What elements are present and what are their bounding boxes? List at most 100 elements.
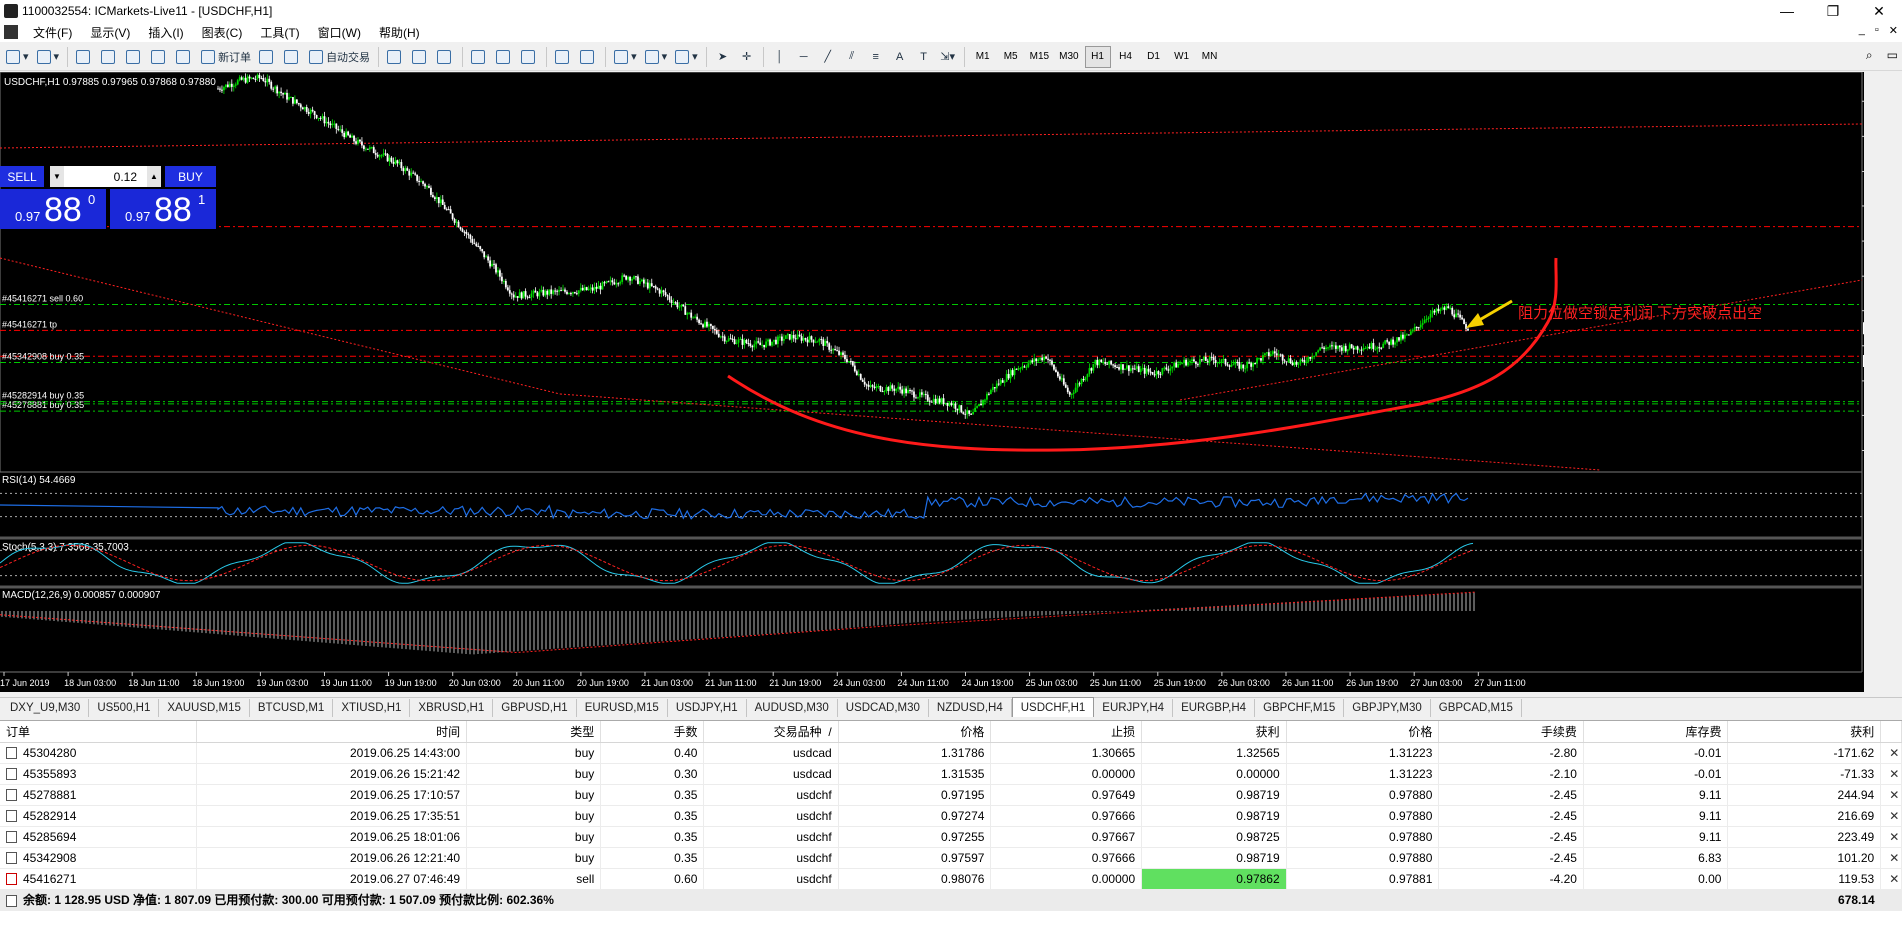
- chart-tab[interactable]: US500,H1: [89, 699, 160, 717]
- menu-file[interactable]: 文件(F): [24, 24, 81, 41]
- signals-button[interactable]: [281, 46, 304, 68]
- col-swap[interactable]: 库存费: [1583, 721, 1729, 743]
- cursor-button[interactable]: ➤: [712, 46, 734, 68]
- data-window-button[interactable]: [98, 46, 121, 68]
- close-order-icon[interactable]: ✕: [1887, 746, 1900, 760]
- table-row[interactable]: 45282914 2019.06.25 17:35:51 buy 0.35 usdchf…: [0, 805, 1902, 827]
- table-row[interactable]: 45416271 2019.06.27 07:46:49 sell 0.60 usdch…: [0, 868, 1902, 890]
- vertical-line-button[interactable]: │: [769, 46, 791, 68]
- fibonacci-button[interactable]: ≡: [865, 46, 887, 68]
- col-symbol[interactable]: 交易品种 /: [703, 721, 839, 743]
- timeframe-m5-button[interactable]: M5: [998, 46, 1024, 68]
- close-order-icon[interactable]: ✕: [1887, 830, 1900, 844]
- close-order-icon[interactable]: ✕: [1887, 809, 1900, 823]
- sell-button[interactable]: SELL: [0, 166, 44, 187]
- new-chart-button[interactable]: ▾: [3, 46, 32, 68]
- chart-tab[interactable]: DXY_U9,M30: [2, 699, 90, 717]
- bid-price-button[interactable]: 0.97 88 0: [0, 189, 106, 229]
- timeframe-d1-button[interactable]: D1: [1141, 46, 1167, 68]
- timeframe-m30-button[interactable]: M30: [1055, 46, 1082, 68]
- periods-button[interactable]: ▾: [642, 46, 671, 68]
- channel-button[interactable]: ⫽: [841, 46, 863, 68]
- timeframe-h4-button[interactable]: H4: [1113, 46, 1139, 68]
- tile-windows-button[interactable]: [518, 46, 541, 68]
- price-chart[interactable]: USDCHF,H1 0.97885 0.97965 0.97868 0.9788…: [0, 72, 1864, 692]
- col-commission[interactable]: 手续费: [1438, 721, 1584, 743]
- table-row[interactable]: 45304280 2019.06.25 14:43:00 buy 0.40 usdcad…: [0, 742, 1902, 764]
- chart-tab[interactable]: EURJPY,H4: [1094, 699, 1174, 717]
- line-chart-button[interactable]: [434, 46, 457, 68]
- close-button[interactable]: ✕: [1856, 0, 1902, 22]
- chart-tab[interactable]: GBPUSD,H1: [493, 699, 577, 717]
- autoscroll-button[interactable]: [552, 46, 575, 68]
- indicators-button[interactable]: ▾: [611, 46, 640, 68]
- timeframe-mn-button[interactable]: MN: [1197, 46, 1223, 68]
- col-tp[interactable]: 获利: [1141, 721, 1287, 743]
- lot-increase-button[interactable]: ▲: [147, 166, 161, 187]
- chart-tab[interactable]: USDJPY,H1: [668, 699, 747, 717]
- timeframe-m15-button[interactable]: M15: [1026, 46, 1053, 68]
- menu-tools[interactable]: 工具(T): [251, 24, 308, 41]
- templates-button[interactable]: ▾: [672, 46, 701, 68]
- new-order-button[interactable]: 新订单: [198, 46, 254, 68]
- menu-help[interactable]: 帮助(H): [370, 24, 429, 41]
- chart-tab[interactable]: GBPJPY,M30: [1344, 699, 1431, 717]
- table-row[interactable]: 45342908 2019.06.26 12:21:40 buy 0.35 usdchf…: [0, 847, 1902, 869]
- chart-tab[interactable]: AUDUSD,M30: [747, 699, 838, 717]
- col-type[interactable]: 类型: [466, 721, 602, 743]
- ask-price-button[interactable]: 0.97 88 1: [110, 189, 216, 229]
- table-row[interactable]: 45285694 2019.06.25 18:01:06 buy 0.35 usdchf…: [0, 826, 1902, 848]
- chart-window[interactable]: USDCHF,H1 0.97885 0.97965 0.97868 0.9788…: [0, 72, 1864, 692]
- timeframe-m1-button[interactable]: M1: [970, 46, 996, 68]
- col-time[interactable]: 时间: [196, 721, 468, 743]
- close-order-icon[interactable]: ✕: [1887, 788, 1900, 802]
- trendline-button[interactable]: ╱: [817, 46, 839, 68]
- chart-tab[interactable]: XBRUSD,H1: [410, 699, 494, 717]
- menu-insert[interactable]: 插入(I): [139, 24, 192, 41]
- mdi-restore-button[interactable]: ▫: [1875, 24, 1879, 37]
- chart-tab[interactable]: USDCAD,M30: [838, 699, 929, 717]
- search-icon[interactable]: ⌕: [1866, 48, 1873, 63]
- auto-trading-button[interactable]: 自动交易: [306, 46, 373, 68]
- meta-editor-button[interactable]: [256, 46, 279, 68]
- chart-tab[interactable]: NZDUSD,H4: [929, 699, 1012, 717]
- arrows-button[interactable]: ⇲▾: [937, 46, 959, 68]
- horizontal-line-button[interactable]: ─: [793, 46, 815, 68]
- bar-chart-button[interactable]: [384, 46, 407, 68]
- chart-tab[interactable]: EURUSD,M15: [577, 699, 668, 717]
- restore-button[interactable]: ❐: [1810, 0, 1856, 22]
- close-order-icon[interactable]: ✕: [1887, 851, 1900, 865]
- navigator-button[interactable]: [123, 46, 146, 68]
- minimize-button[interactable]: —: [1764, 0, 1810, 22]
- crosshair-button[interactable]: ✛: [736, 46, 758, 68]
- col-price[interactable]: 价格: [1286, 721, 1440, 743]
- chart-tab[interactable]: XTIUSD,H1: [333, 699, 411, 717]
- profiles-button[interactable]: ▾: [34, 46, 63, 68]
- menu-window[interactable]: 窗口(W): [309, 24, 370, 41]
- lot-decrease-button[interactable]: ▼: [50, 166, 64, 187]
- menu-view[interactable]: 显示(V): [81, 24, 139, 41]
- col-sl[interactable]: 止损: [990, 721, 1143, 743]
- market-watch-button[interactable]: [73, 46, 96, 68]
- zoom-in-button[interactable]: [468, 46, 491, 68]
- chart-tab[interactable]: USDCHF,H1: [1011, 697, 1095, 717]
- chart-tab[interactable]: BTCUSD,M1: [250, 699, 334, 717]
- col-open-price[interactable]: 价格: [838, 721, 992, 743]
- col-size[interactable]: 手数: [600, 721, 705, 743]
- text-button[interactable]: A: [889, 46, 911, 68]
- col-order[interactable]: 订单: [0, 721, 197, 743]
- label-button[interactable]: T: [913, 46, 935, 68]
- zoom-out-button[interactable]: [493, 46, 516, 68]
- chart-tab[interactable]: GBPCHF,M15: [1255, 699, 1345, 717]
- menu-charts[interactable]: 图表(C): [193, 24, 252, 41]
- terminal-button[interactable]: [148, 46, 171, 68]
- mdi-close-button[interactable]: ✕: [1889, 24, 1898, 37]
- candlestick-button[interactable]: [409, 46, 432, 68]
- timeframe-w1-button[interactable]: W1: [1169, 46, 1195, 68]
- buy-button[interactable]: BUY: [165, 166, 216, 187]
- close-order-icon[interactable]: ✕: [1887, 767, 1900, 781]
- chart-tab[interactable]: EURGBP,H4: [1173, 699, 1256, 717]
- lot-size-input[interactable]: ▼ 0.12 ▲: [50, 166, 161, 187]
- close-order-icon[interactable]: ✕: [1887, 872, 1900, 886]
- table-row[interactable]: 45355893 2019.06.26 15:21:42 buy 0.30 usdcad…: [0, 763, 1902, 785]
